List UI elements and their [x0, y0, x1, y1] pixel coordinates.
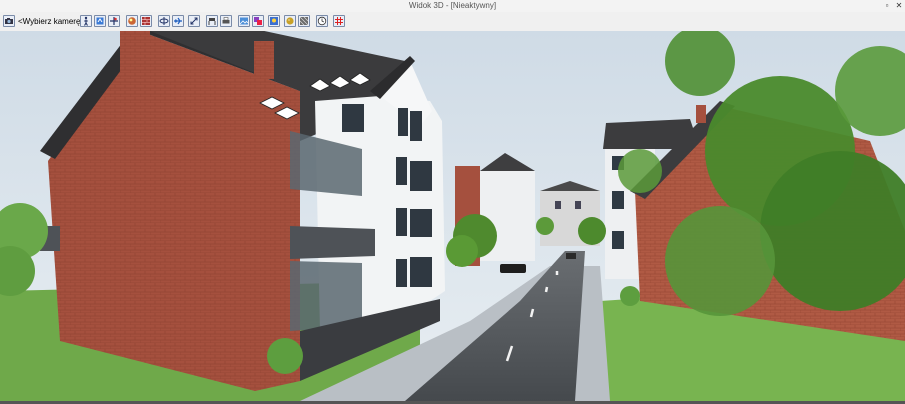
3d-scene-render: [0, 31, 905, 401]
wall-view-icon: [142, 17, 150, 25]
furniture-button[interactable]: [206, 15, 218, 27]
parked-car: [566, 253, 576, 259]
render-sphere-button[interactable]: [126, 15, 138, 27]
close-button[interactable]: ✕: [894, 1, 904, 11]
orbit-icon: [159, 17, 169, 25]
pan-view-icon: [110, 17, 118, 25]
layers-button[interactable]: [252, 15, 264, 27]
fly-button[interactable]: [172, 15, 184, 27]
rotate-view-button[interactable]: [94, 15, 106, 27]
3d-viewport[interactable]: [0, 31, 905, 401]
image-export-icon: [239, 17, 249, 25]
rotate-view-icon: [96, 17, 104, 25]
left-building: [40, 31, 445, 391]
car: [500, 264, 526, 273]
light-settings-button[interactable]: [268, 15, 280, 27]
walk-person-icon: [84, 16, 88, 26]
furniture-icon: [208, 18, 216, 25]
light-settings-icon: [270, 17, 278, 25]
layers-icon: [254, 17, 262, 25]
zoom-extents-button[interactable]: [188, 15, 200, 27]
zoom-extents-icon: [190, 17, 198, 25]
camera-icon: [5, 18, 13, 24]
window-title: Widok 3D - [Nieaktywny]: [408, 1, 497, 10]
camera-select[interactable]: <Wybierz kamerę>: [18, 15, 85, 28]
clock-icon: [317, 16, 327, 26]
texture-button[interactable]: [298, 15, 310, 27]
wall-view-button[interactable]: [140, 15, 152, 27]
render-sphere-icon: [128, 17, 136, 25]
camera-button[interactable]: [3, 15, 15, 27]
printer-button[interactable]: [220, 15, 232, 27]
fly-icon: [174, 17, 182, 25]
clock-button[interactable]: [316, 15, 328, 27]
pan-view-button[interactable]: [108, 15, 120, 27]
grid-icon: [335, 17, 343, 25]
grid-button[interactable]: [333, 15, 345, 27]
material-button[interactable]: [284, 15, 296, 27]
orbit-button[interactable]: [158, 15, 170, 27]
image-export-button[interactable]: [238, 15, 250, 27]
printer-icon: [222, 17, 230, 24]
view-toolbar: <Wybierz kamerę>: [0, 12, 905, 32]
walk-person-button[interactable]: [80, 15, 92, 27]
restore-button[interactable]: ▫: [882, 1, 892, 11]
material-icon: [286, 17, 294, 25]
texture-icon: [299, 16, 309, 26]
